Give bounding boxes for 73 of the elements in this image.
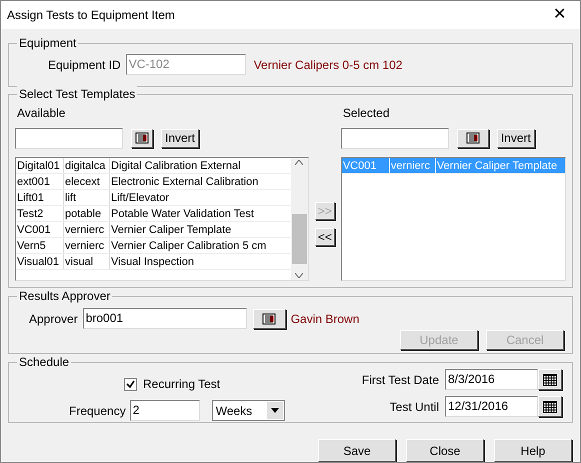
filter-field[interactable] bbox=[15, 128, 123, 149]
unit-dropdown[interactable]: Weeks bbox=[212, 400, 285, 422]
approver-name: Gavin Brown bbox=[290, 310, 360, 328]
table-cell-text: Visual Inspection bbox=[110, 254, 195, 269]
table-cell-text: Potable Water Validation Test bbox=[110, 206, 255, 221]
list-picker-icon bbox=[262, 312, 276, 325]
list-label: Available bbox=[17, 104, 66, 120]
table-cell-text: Vernier Caliper Template bbox=[436, 158, 558, 173]
checkbox[interactable] bbox=[124, 378, 137, 391]
calendar-icon bbox=[542, 372, 558, 387]
template-row[interactable]: Vern5 vernierc Vernier Caliper Calibration 5 cm bbox=[16, 238, 291, 254]
calendar-button[interactable] bbox=[538, 369, 562, 390]
table-cell: Lift01 bbox=[16, 190, 64, 205]
close-button[interactable]: ✕ bbox=[545, 2, 574, 27]
scroll-down-icon[interactable] bbox=[295, 272, 304, 278]
table-cell: VC001 bbox=[16, 222, 64, 237]
table-cell: Test2 bbox=[16, 206, 64, 221]
field-label: Frequency bbox=[69, 402, 126, 420]
list-picker-icon bbox=[466, 132, 480, 144]
table-cell-text: Digital Calibration External bbox=[110, 158, 242, 173]
template-row[interactable]: ext001 elecext Electronic External Calibration bbox=[16, 174, 291, 190]
scrollbar[interactable] bbox=[290, 158, 308, 280]
date-field[interactable]: 12/31/2016 bbox=[445, 396, 538, 418]
dialog-button[interactable]: Close bbox=[406, 439, 484, 462]
calendar-button[interactable] bbox=[538, 396, 562, 418]
filter-field[interactable] bbox=[340, 128, 449, 149]
template-row[interactable]: Visual01 visual Visual Inspection bbox=[16, 254, 291, 270]
dialog-button[interactable]: Save bbox=[318, 439, 396, 462]
template-row[interactable]: Digital01 digitalca Digital Calibration External bbox=[16, 158, 291, 174]
invert-button[interactable]: Invert bbox=[496, 128, 535, 148]
table-cell: VC001 bbox=[342, 158, 390, 173]
scroll-up-icon[interactable] bbox=[295, 160, 304, 165]
group-title: Results Approver bbox=[17, 288, 112, 304]
date-field[interactable]: 8/3/2016 bbox=[445, 369, 538, 390]
equipment-id-field[interactable]: VC-102 bbox=[126, 54, 246, 76]
template-row[interactable]: Lift01 lift Lift/Elevator bbox=[16, 190, 291, 206]
picker-button[interactable] bbox=[252, 308, 286, 329]
template-row[interactable]: VC001 vernierc Vernier Caliper Template bbox=[16, 222, 291, 238]
table-cell-text: Lift/Elevator bbox=[110, 190, 170, 205]
window-title: Assign Tests to Equipment Item bbox=[7, 6, 175, 24]
table-cell: digitalca bbox=[64, 158, 110, 173]
equipment-description: Vernier Calipers 0-5 cm 102 bbox=[254, 56, 402, 74]
calendar-icon bbox=[542, 400, 558, 414]
table-cell: ext001 bbox=[16, 174, 64, 189]
table-cell-text: Vernier Caliper Template bbox=[110, 222, 232, 237]
picker-button[interactable] bbox=[456, 128, 489, 148]
field-label: Approver bbox=[29, 310, 78, 328]
table-cell-text: Electronic External Calibration bbox=[110, 174, 260, 189]
list-picker-icon bbox=[135, 132, 149, 144]
field-label: First Test Date bbox=[362, 372, 439, 389]
table-cell: Vern5 bbox=[16, 238, 64, 253]
list-label: Selected bbox=[342, 104, 391, 120]
table-cell-text: Vernier Caliper Calibration 5 cm bbox=[110, 238, 268, 253]
table-cell: vernierc bbox=[64, 222, 110, 237]
picker-button[interactable] bbox=[131, 128, 153, 148]
frequency-field[interactable]: 2 bbox=[130, 400, 200, 422]
table-cell: lift bbox=[64, 190, 110, 205]
template-row[interactable]: Test2 potable Potable Water Validation Test bbox=[16, 206, 291, 222]
table-cell: potable bbox=[64, 206, 110, 221]
table-cell: Visual01 bbox=[16, 254, 64, 269]
table-cell: Digital01 bbox=[16, 158, 64, 173]
table-cell: elecext bbox=[64, 174, 110, 189]
dialog-button[interactable]: Help bbox=[494, 439, 572, 462]
invert-button[interactable]: Invert bbox=[161, 128, 199, 148]
table-cell: vernierc bbox=[390, 158, 436, 173]
checkbox-label: Recurring Test bbox=[143, 376, 220, 394]
group-title: Select Test Templates bbox=[17, 86, 138, 102]
field-label: Equipment ID bbox=[48, 56, 121, 74]
table-cell: vernierc bbox=[64, 238, 110, 253]
approver-field[interactable]: bro001 bbox=[82, 308, 247, 330]
table-cell: visual bbox=[64, 254, 110, 269]
field-label: Test Until bbox=[390, 398, 439, 416]
remove-button[interactable]: << bbox=[314, 228, 335, 246]
